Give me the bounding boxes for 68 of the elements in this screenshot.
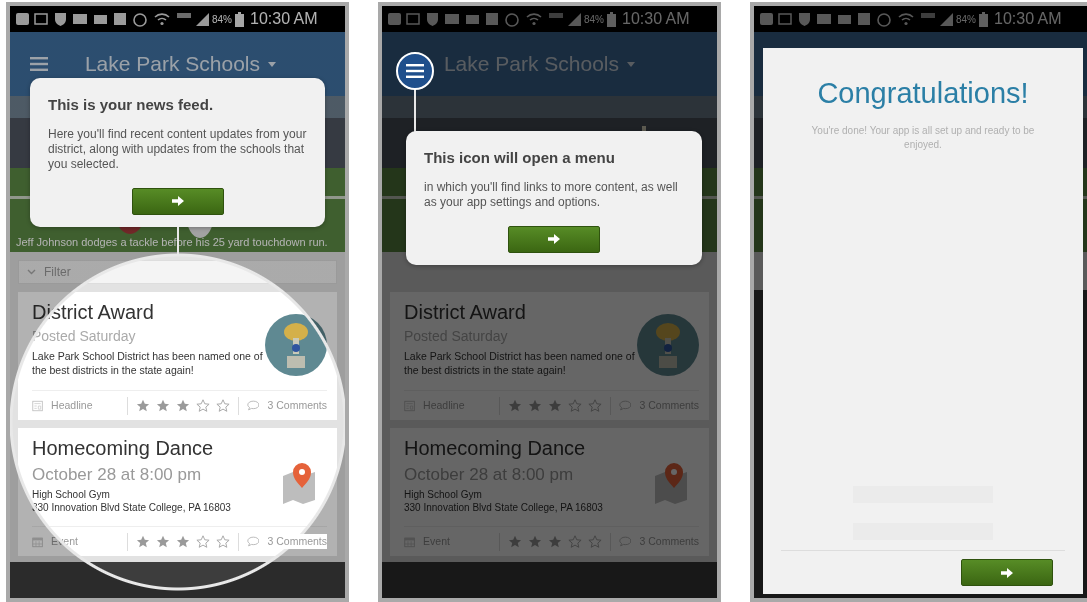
- calendar-icon: [32, 534, 44, 549]
- star-icon: [156, 399, 170, 412]
- header-title[interactable]: Lake Park Schools: [84, 48, 261, 80]
- card-text: Lake Park School District has been named one of the best districts in the state again!: [32, 350, 264, 378]
- battery-icon: [607, 11, 616, 27]
- battery-percent: 84%: [584, 12, 604, 27]
- comment-count[interactable]: 3 Comments: [267, 533, 327, 550]
- arrow-icon: [171, 196, 184, 206]
- star-icon: [568, 399, 582, 412]
- card-title: District Award: [404, 300, 527, 324]
- next-button[interactable]: [131, 187, 224, 215]
- star-icon: [176, 399, 190, 412]
- comment-icon: [246, 535, 260, 548]
- signal-icon: [196, 12, 209, 26]
- card-type: Headline: [51, 397, 94, 413]
- star-icon: [216, 535, 230, 548]
- star-icon: [136, 399, 150, 412]
- card-title: Homecoming Dance: [404, 436, 587, 460]
- arrow-icon: [1001, 567, 1013, 578]
- status-time: 10:30 AM: [250, 9, 318, 29]
- tooltip-title: This is your news feed.: [48, 95, 215, 115]
- battery-percent: 84%: [956, 12, 976, 27]
- card-text: Lake Park School District has been named one of the best districts in the state again!: [404, 350, 636, 378]
- star-icon: [548, 399, 562, 412]
- star-icon: [588, 535, 602, 548]
- status-time: 10:30 AM: [622, 9, 690, 29]
- star-icon: [588, 399, 602, 412]
- address-line: High School Gym: [404, 487, 483, 501]
- star-icon: [176, 535, 190, 548]
- star-icon: [216, 399, 230, 412]
- newspaper-icon: [32, 398, 44, 413]
- star-icon: [528, 399, 542, 412]
- next-button[interactable]: [961, 559, 1053, 586]
- battery-icon: [235, 11, 244, 27]
- star-icon: [548, 535, 562, 548]
- star-icon: [568, 535, 582, 548]
- dialog-title: Congratulations!: [816, 76, 1030, 111]
- signal-icon: [568, 12, 581, 26]
- card-subtitle: October 28 at 8:00 pm: [32, 464, 203, 486]
- chevron-icon: [27, 269, 36, 275]
- comment-icon: [618, 535, 632, 548]
- address-line: High School Gym: [32, 487, 111, 501]
- next-button[interactable]: [508, 225, 600, 253]
- dialog-text: You're done! Your app is all set up and ready to be enjoyed.: [810, 123, 1036, 152]
- battery-icon: [979, 11, 988, 27]
- battery-percent: 84%: [212, 12, 232, 27]
- tooltip-text: Here you'll find recent content updates from your district, along with updates from the schools that you selected.: [48, 126, 307, 172]
- filter-dropdown[interactable]: Filter: [18, 260, 337, 284]
- caret-icon: [268, 61, 277, 67]
- arrow-icon: [548, 234, 560, 244]
- star-icon: [528, 535, 542, 548]
- comment-icon: [618, 399, 632, 412]
- star-icon: [196, 535, 210, 548]
- status-time: 10:30 AM: [994, 9, 1062, 29]
- address-line: 330 Innovation Blvd State College, PA 16803: [404, 500, 604, 514]
- star-icon: [136, 535, 150, 548]
- menu-icon: [30, 57, 48, 71]
- tooltip-title: This icon will open a menu: [424, 148, 616, 168]
- star-icon: [196, 399, 210, 412]
- tooltip-text: in which you'll find links to more content, as well as your app settings and options.: [424, 179, 679, 210]
- star-icon: [508, 535, 522, 548]
- comment-icon: [246, 399, 260, 412]
- star-icon: [508, 399, 522, 412]
- signal-icon: [940, 12, 953, 26]
- menu-icon: [406, 64, 424, 78]
- caret-icon: [627, 61, 636, 67]
- star-icon: [156, 535, 170, 548]
- card-title: Homecoming Dance: [32, 436, 215, 460]
